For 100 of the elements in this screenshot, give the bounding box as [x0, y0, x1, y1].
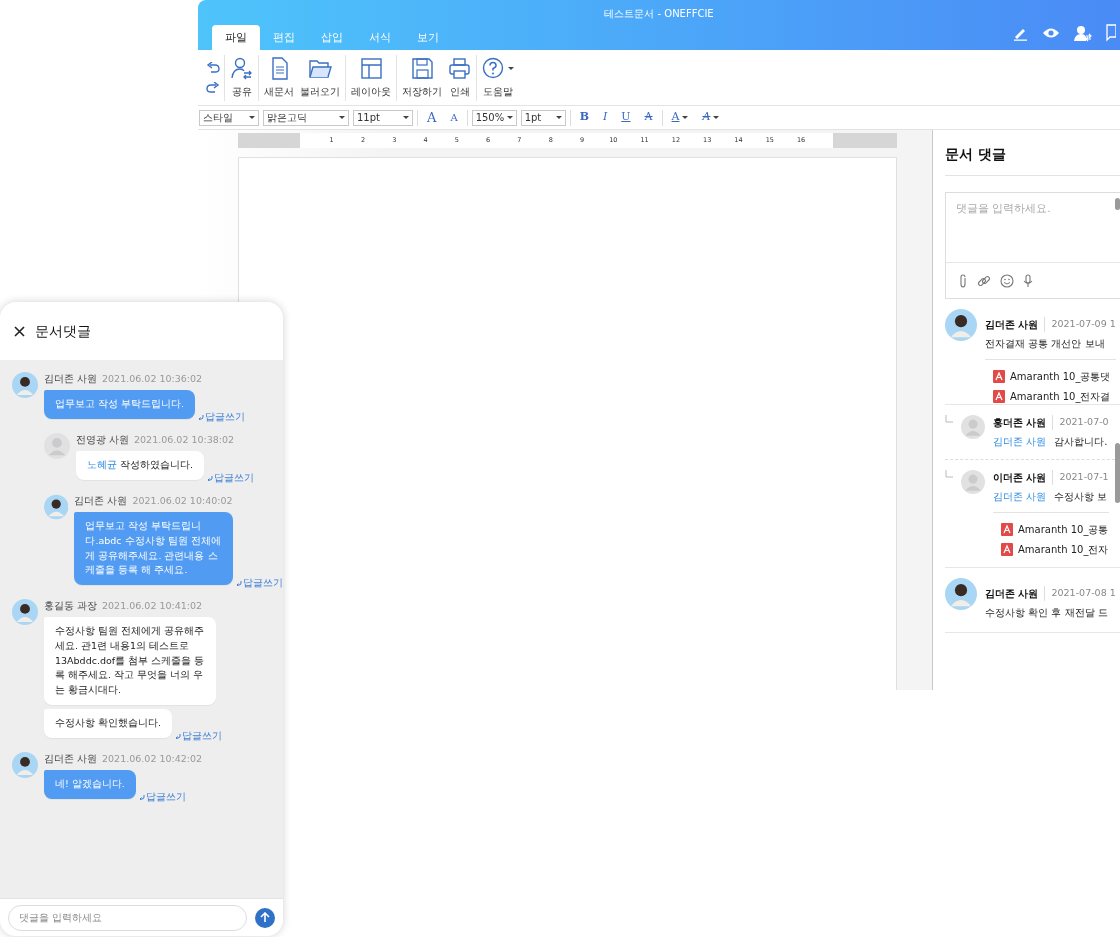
reply-link[interactable]: 답글쓰기	[175, 729, 223, 742]
toolbar-button[interactable]: 도움말	[479, 56, 517, 99]
redo-icon[interactable]	[206, 81, 220, 94]
panel-title: 문서 댓글	[945, 144, 1120, 176]
author-name: 김더존 사원	[44, 751, 98, 766]
reply-arrow-icon	[236, 580, 242, 587]
comment-input[interactable]: 댓글을 입력하세요	[8, 904, 247, 931]
format-button[interactable]: B	[574, 109, 594, 126]
avatar	[12, 372, 38, 398]
message-bubble: 네! 알겠습니다.	[44, 769, 136, 799]
message-bubble: 수정사항 팀원 전체에게 공유해주세요. 관1련 내용1의 테스트로 13Abddc.dof를 첨부 스케줄을 등록 해주세요. 작고 무엇을 너의 우는 황금시대다.	[44, 617, 216, 705]
pdf-file-icon	[1001, 523, 1013, 536]
author-name: 김더존 사원	[44, 372, 98, 386]
reply-link[interactable]: 답글쓰기	[198, 410, 246, 423]
reply-link[interactable]: 답글쓰기	[236, 577, 283, 590]
attachment-link[interactable]: Amaranth 10_전자결	[1010, 389, 1111, 404]
eye-icon[interactable]	[1042, 27, 1060, 39]
author-name: 홍더존 사원	[993, 416, 1047, 430]
printer-icon	[448, 56, 471, 80]
avatar	[961, 415, 985, 439]
microphone-icon[interactable]	[1023, 273, 1033, 288]
dropdown[interactable]: 150%	[471, 109, 517, 126]
attachment-link[interactable]: Amaranth 10_공통	[1018, 522, 1109, 537]
message-bubble: 수정사항 확인했습니다.	[44, 708, 173, 738]
reply-link[interactable]: 답글쓰기	[138, 790, 186, 803]
message-time: 2021.06.02 10:42:02	[102, 751, 203, 766]
author-name: 김더존 사원	[985, 587, 1039, 601]
font-size-button[interactable]: A	[422, 107, 442, 128]
layout-icon	[359, 56, 383, 80]
author-name: 이더존 사원	[993, 471, 1047, 485]
window-title: 테스트문서 - ONEFFCIE	[603, 7, 715, 21]
toolbar-button[interactable]: 공유	[227, 56, 256, 99]
toolbar-button[interactable]: 인쇄	[445, 56, 474, 99]
mention-link[interactable]: 김더존 사원	[993, 434, 1047, 449]
message-time: 2021.06.02 10:40:02	[132, 493, 233, 508]
chat-icon[interactable]	[1106, 24, 1116, 42]
paperclip-icon[interactable]	[958, 273, 968, 288]
message-time: 2021.06.02 10:36:02	[102, 372, 203, 386]
close-icon[interactable]	[14, 325, 25, 337]
comment-text: 전자결재 공통 개선안 보내	[985, 337, 1106, 351]
arrow-up-icon	[260, 912, 270, 923]
emoji-icon[interactable]	[1000, 273, 1014, 288]
color-button[interactable]: A	[666, 109, 694, 126]
avatar	[44, 493, 69, 520]
reply-arrow-icon	[207, 474, 214, 481]
message-bubble: 업무보고 작성 부탁드립니다.abdc 수정사항 팀원 전체에게 공유해주세요. 관련내용 스케줄을 등록 해 주세요.	[74, 512, 233, 586]
toolbar-button[interactable]: 불러오기	[297, 56, 343, 99]
comment-text: 수정사항 확인 후 재전달 드	[985, 606, 1109, 620]
tab[interactable]: 파일	[212, 25, 260, 50]
reply-arrow-icon	[198, 413, 205, 420]
comment-input[interactable]: 댓글을 입력하세요.	[945, 192, 1120, 299]
user-share-icon[interactable]	[1074, 24, 1092, 42]
comment-date: 2021-07-09 1	[1044, 317, 1116, 332]
format-button[interactable]: U	[616, 109, 636, 126]
avatar	[961, 470, 985, 494]
pdf-file-icon	[993, 370, 1005, 383]
format-button[interactable]: A	[639, 109, 658, 126]
author-name: 전영광 사원	[76, 432, 130, 447]
reply-indent-icon	[945, 470, 953, 478]
send-button[interactable]	[255, 907, 275, 928]
pdf-file-icon	[993, 390, 1005, 403]
comment-text: 감사합니다.	[1054, 435, 1108, 449]
comment-text: 수정사항 보	[1054, 490, 1108, 504]
link-icon[interactable]	[977, 273, 991, 288]
color-button[interactable]: A	[697, 109, 725, 126]
comment-date: 2021-07-08 1	[1044, 586, 1116, 601]
message-bubble: 업무보고 작성 부탁드립니다.	[44, 390, 196, 419]
font-size-button[interactable]: A	[445, 110, 463, 125]
message-bubble: 노혜균 작성하였습니다.	[76, 451, 205, 480]
message-time: 2021.06.02 10:41:02	[102, 599, 203, 614]
undo-icon[interactable]	[206, 61, 220, 74]
avatar	[12, 599, 38, 626]
dropdown[interactable]: 11pt	[353, 109, 413, 126]
toolbar-button[interactable]: 저장하기	[399, 56, 445, 99]
avatar	[44, 432, 70, 459]
dropdown[interactable]: 맑은고딕	[263, 109, 349, 126]
pdf-file-icon	[1001, 543, 1013, 556]
format-button[interactable]: I	[597, 109, 613, 126]
author-name: 김더존 사원	[74, 493, 128, 508]
reply-arrow-icon	[175, 732, 182, 739]
scrollbar-thumb[interactable]	[1115, 198, 1120, 210]
toolbar-button[interactable]: 레이아웃	[348, 56, 394, 99]
reply-link[interactable]: 답글쓰기	[207, 471, 255, 484]
help-icon	[482, 56, 505, 80]
panel-title: 문서댓글	[35, 321, 91, 341]
dropdown[interactable]: 스타일	[199, 109, 259, 126]
scrollbar-thumb[interactable]	[1115, 443, 1120, 503]
mention-link[interactable]: 김더존 사원	[993, 489, 1047, 504]
attachment-link[interactable]: Amaranth 10_전자	[1018, 542, 1109, 557]
avatar	[12, 751, 38, 778]
dropdown[interactable]: 1pt	[520, 109, 566, 126]
reply-indent-icon	[945, 415, 953, 423]
avatar	[945, 578, 977, 610]
avatar	[945, 309, 977, 341]
toolbar-button[interactable]: 새문서	[261, 56, 297, 99]
attachment-link[interactable]: Amaranth 10_공통댓	[1010, 369, 1111, 384]
author-name: 홍길동 과장	[44, 599, 98, 614]
user-share-icon	[230, 56, 253, 80]
reply-arrow-icon	[138, 793, 145, 800]
author-name: 김더존 사원	[985, 318, 1039, 332]
